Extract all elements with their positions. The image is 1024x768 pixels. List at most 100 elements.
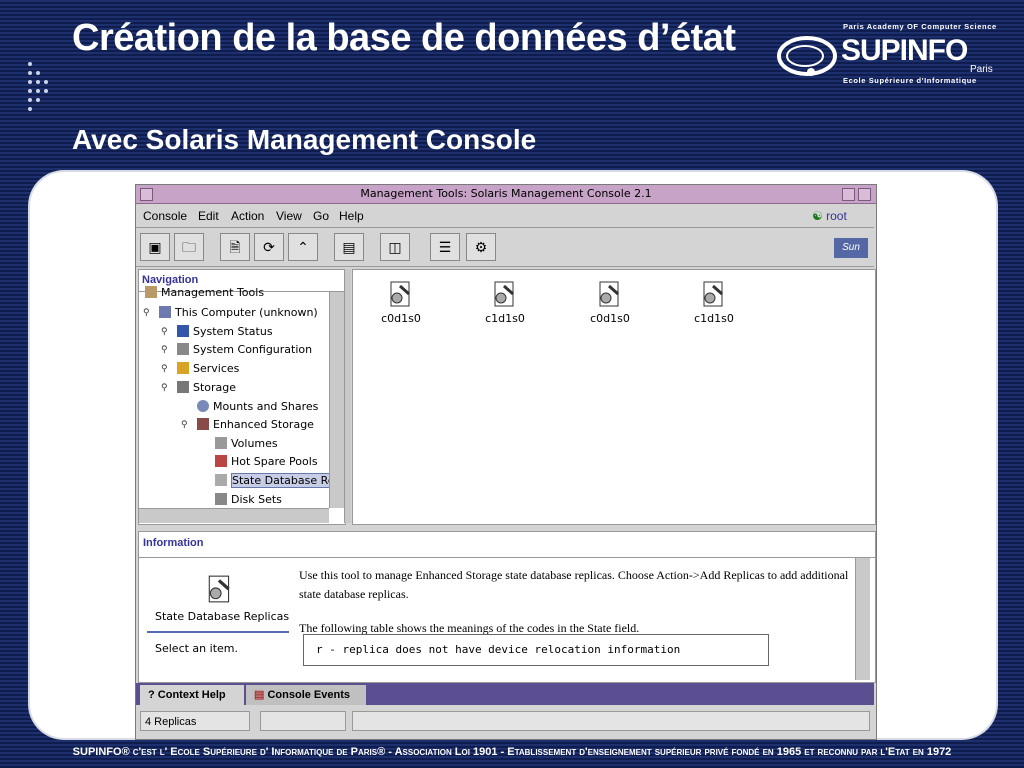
tree-item[interactable]: Storage [177, 381, 236, 394]
divider [147, 631, 289, 633]
tree-item[interactable]: Enhanced Storage [197, 418, 314, 431]
add-replica-icon[interactable]: ⚙ [466, 233, 496, 261]
state-database-icon [215, 474, 227, 486]
pane-splitter[interactable] [344, 269, 351, 523]
tree-item[interactable]: Management Tools [145, 286, 264, 299]
sun-logo-icon: Sun [834, 238, 868, 258]
replica-label: c0d1s0 [590, 312, 630, 325]
slide-footer: SUPINFO® c'est l' Ecole Supérieure d' In… [72, 746, 952, 758]
gears-icon [177, 362, 189, 374]
volumes-icon [215, 437, 227, 449]
configuration-icon [177, 343, 189, 355]
up-arrow-icon[interactable]: ⌃ [288, 233, 318, 261]
tree-expander-icon[interactable]: ⚲ [161, 382, 168, 393]
console-icon[interactable]: ◫ [380, 233, 410, 261]
menu-action[interactable]: Action [231, 209, 264, 223]
logo-academy-text: Paris Academy OF Computer Science [843, 22, 997, 31]
information-text: Use this tool to manage Enhanced Storage… [299, 566, 855, 638]
navigation-vertical-scrollbar[interactable] [329, 292, 344, 508]
menu-view[interactable]: View [276, 209, 302, 223]
replica-icon [599, 281, 619, 307]
tab-console-events[interactable]: ▤ Console Events [246, 685, 366, 705]
tree-item[interactable]: Volumes [215, 437, 278, 450]
slide-subtitle: Avec Solaris Management Console [72, 124, 537, 155]
information-tool-summary: State Database Replicas Select an item. [139, 560, 299, 680]
slide-title: Création de la base de données d’état [72, 17, 736, 59]
replica-item[interactable]: c0d1s0 [570, 280, 650, 325]
help-icon: ? [148, 689, 155, 701]
hot-spare-icon [215, 455, 227, 467]
view-options-icon[interactable]: ▤ [334, 233, 364, 261]
tree-item[interactable]: Services [177, 362, 239, 375]
filter-list-icon[interactable]: ☰ [430, 233, 460, 261]
smc-window: Management Tools: Solaris Management Con… [135, 184, 877, 740]
tree-item[interactable]: Disk Sets [215, 493, 282, 506]
tree-item[interactable]: Hot Spare Pools [215, 455, 318, 468]
logo-city-text: Paris [970, 64, 993, 75]
logo-swirl-icon [777, 36, 837, 76]
maximize-button[interactable] [858, 188, 871, 201]
tree-expander-icon[interactable]: ⚲ [181, 419, 188, 430]
menu-edit[interactable]: Edit [198, 209, 219, 223]
supinfo-logo: Paris Academy OF Computer Science SUPINF… [775, 22, 1001, 86]
logo-school-text: Ecole Supérieure d'Informatique [843, 76, 977, 85]
information-pane: Information State Database Replicas Sele… [138, 531, 876, 683]
tree-expander-icon[interactable]: ⚲ [161, 326, 168, 337]
events-icon: ▤ [254, 689, 265, 701]
user-name: root [826, 209, 847, 223]
window-title: Management Tools: Solaris Management Con… [360, 187, 652, 200]
current-user: ☯ root [812, 209, 847, 223]
tree-expander-icon[interactable]: ⚲ [143, 307, 150, 318]
replica-item[interactable]: c1d1s0 [465, 280, 545, 325]
tree-item-selected[interactable]: State Database Re [215, 473, 336, 488]
navigation-tree: Management Tools ⚲ This Computer (unknow… [139, 286, 336, 520]
window-titlebar[interactable]: Management Tools: Solaris Management Con… [136, 185, 876, 204]
replica-item[interactable]: c0d1s0 [361, 280, 441, 325]
replica-label: c0d1s0 [381, 312, 421, 325]
state-database-large-icon [208, 575, 230, 603]
tree-item[interactable]: System Status [177, 325, 273, 338]
status-count: 4 Replicas [140, 711, 250, 731]
menu-console[interactable]: Console [143, 209, 187, 223]
tree-expander-icon[interactable]: ⚲ [161, 344, 168, 355]
replica-icon [703, 281, 723, 307]
replica-icon [494, 281, 514, 307]
status-field [260, 711, 346, 731]
user-icon: ☯ [812, 209, 823, 223]
information-scrollbar[interactable] [855, 558, 870, 680]
logo-brand-text: SUPINFO [841, 34, 968, 67]
replica-item[interactable]: c1d1s0 [674, 280, 754, 325]
replica-label: c1d1s0 [485, 312, 525, 325]
enhanced-storage-icon [197, 418, 209, 430]
replica-icon [390, 281, 410, 307]
disk-sets-icon [215, 493, 227, 505]
content-pane: c0d1s0 c1d1s0 c0d1s0 c1d1s0 [352, 269, 876, 525]
information-header: Information [139, 532, 875, 558]
navigation-horizontal-scrollbar[interactable] [139, 508, 329, 523]
properties-icon[interactable]: 🗎 [220, 233, 250, 261]
replica-label: c1d1s0 [694, 312, 734, 325]
tab-context-help[interactable]: ? Context Help [140, 685, 244, 705]
navigation-pane: Navigation Management Tools ⚲ This Compu… [138, 269, 346, 525]
minimize-button[interactable] [842, 188, 855, 201]
menu-help[interactable]: Help [339, 209, 364, 223]
tree-expander-icon[interactable]: ⚲ [161, 363, 168, 374]
open-folder-icon[interactable]: 🗀 [174, 233, 204, 261]
state-codes-table: r - replica does not have device relocat… [303, 634, 769, 666]
menu-go[interactable]: Go [313, 209, 329, 223]
computer-icon [159, 306, 171, 318]
tree-item[interactable]: This Computer (unknown) [159, 306, 318, 319]
select-prompt: Select an item. [155, 642, 238, 655]
mount-icon [197, 400, 209, 412]
storage-icon [177, 381, 189, 393]
status-message [352, 711, 870, 731]
info-paragraph-1: Use this tool to manage Enhanced Storage… [299, 568, 849, 601]
status-bar: 4 Replicas [136, 709, 874, 737]
tree-item[interactable]: Mounts and Shares [197, 400, 318, 413]
tool-name: State Database Replicas [155, 610, 290, 623]
decorative-dots [28, 62, 56, 112]
tree-item[interactable]: System Configuration [177, 343, 312, 356]
bar-chart-icon [177, 325, 189, 337]
new-window-icon[interactable]: ▣ [140, 233, 170, 261]
refresh-icon[interactable]: ⟳ [254, 233, 284, 261]
